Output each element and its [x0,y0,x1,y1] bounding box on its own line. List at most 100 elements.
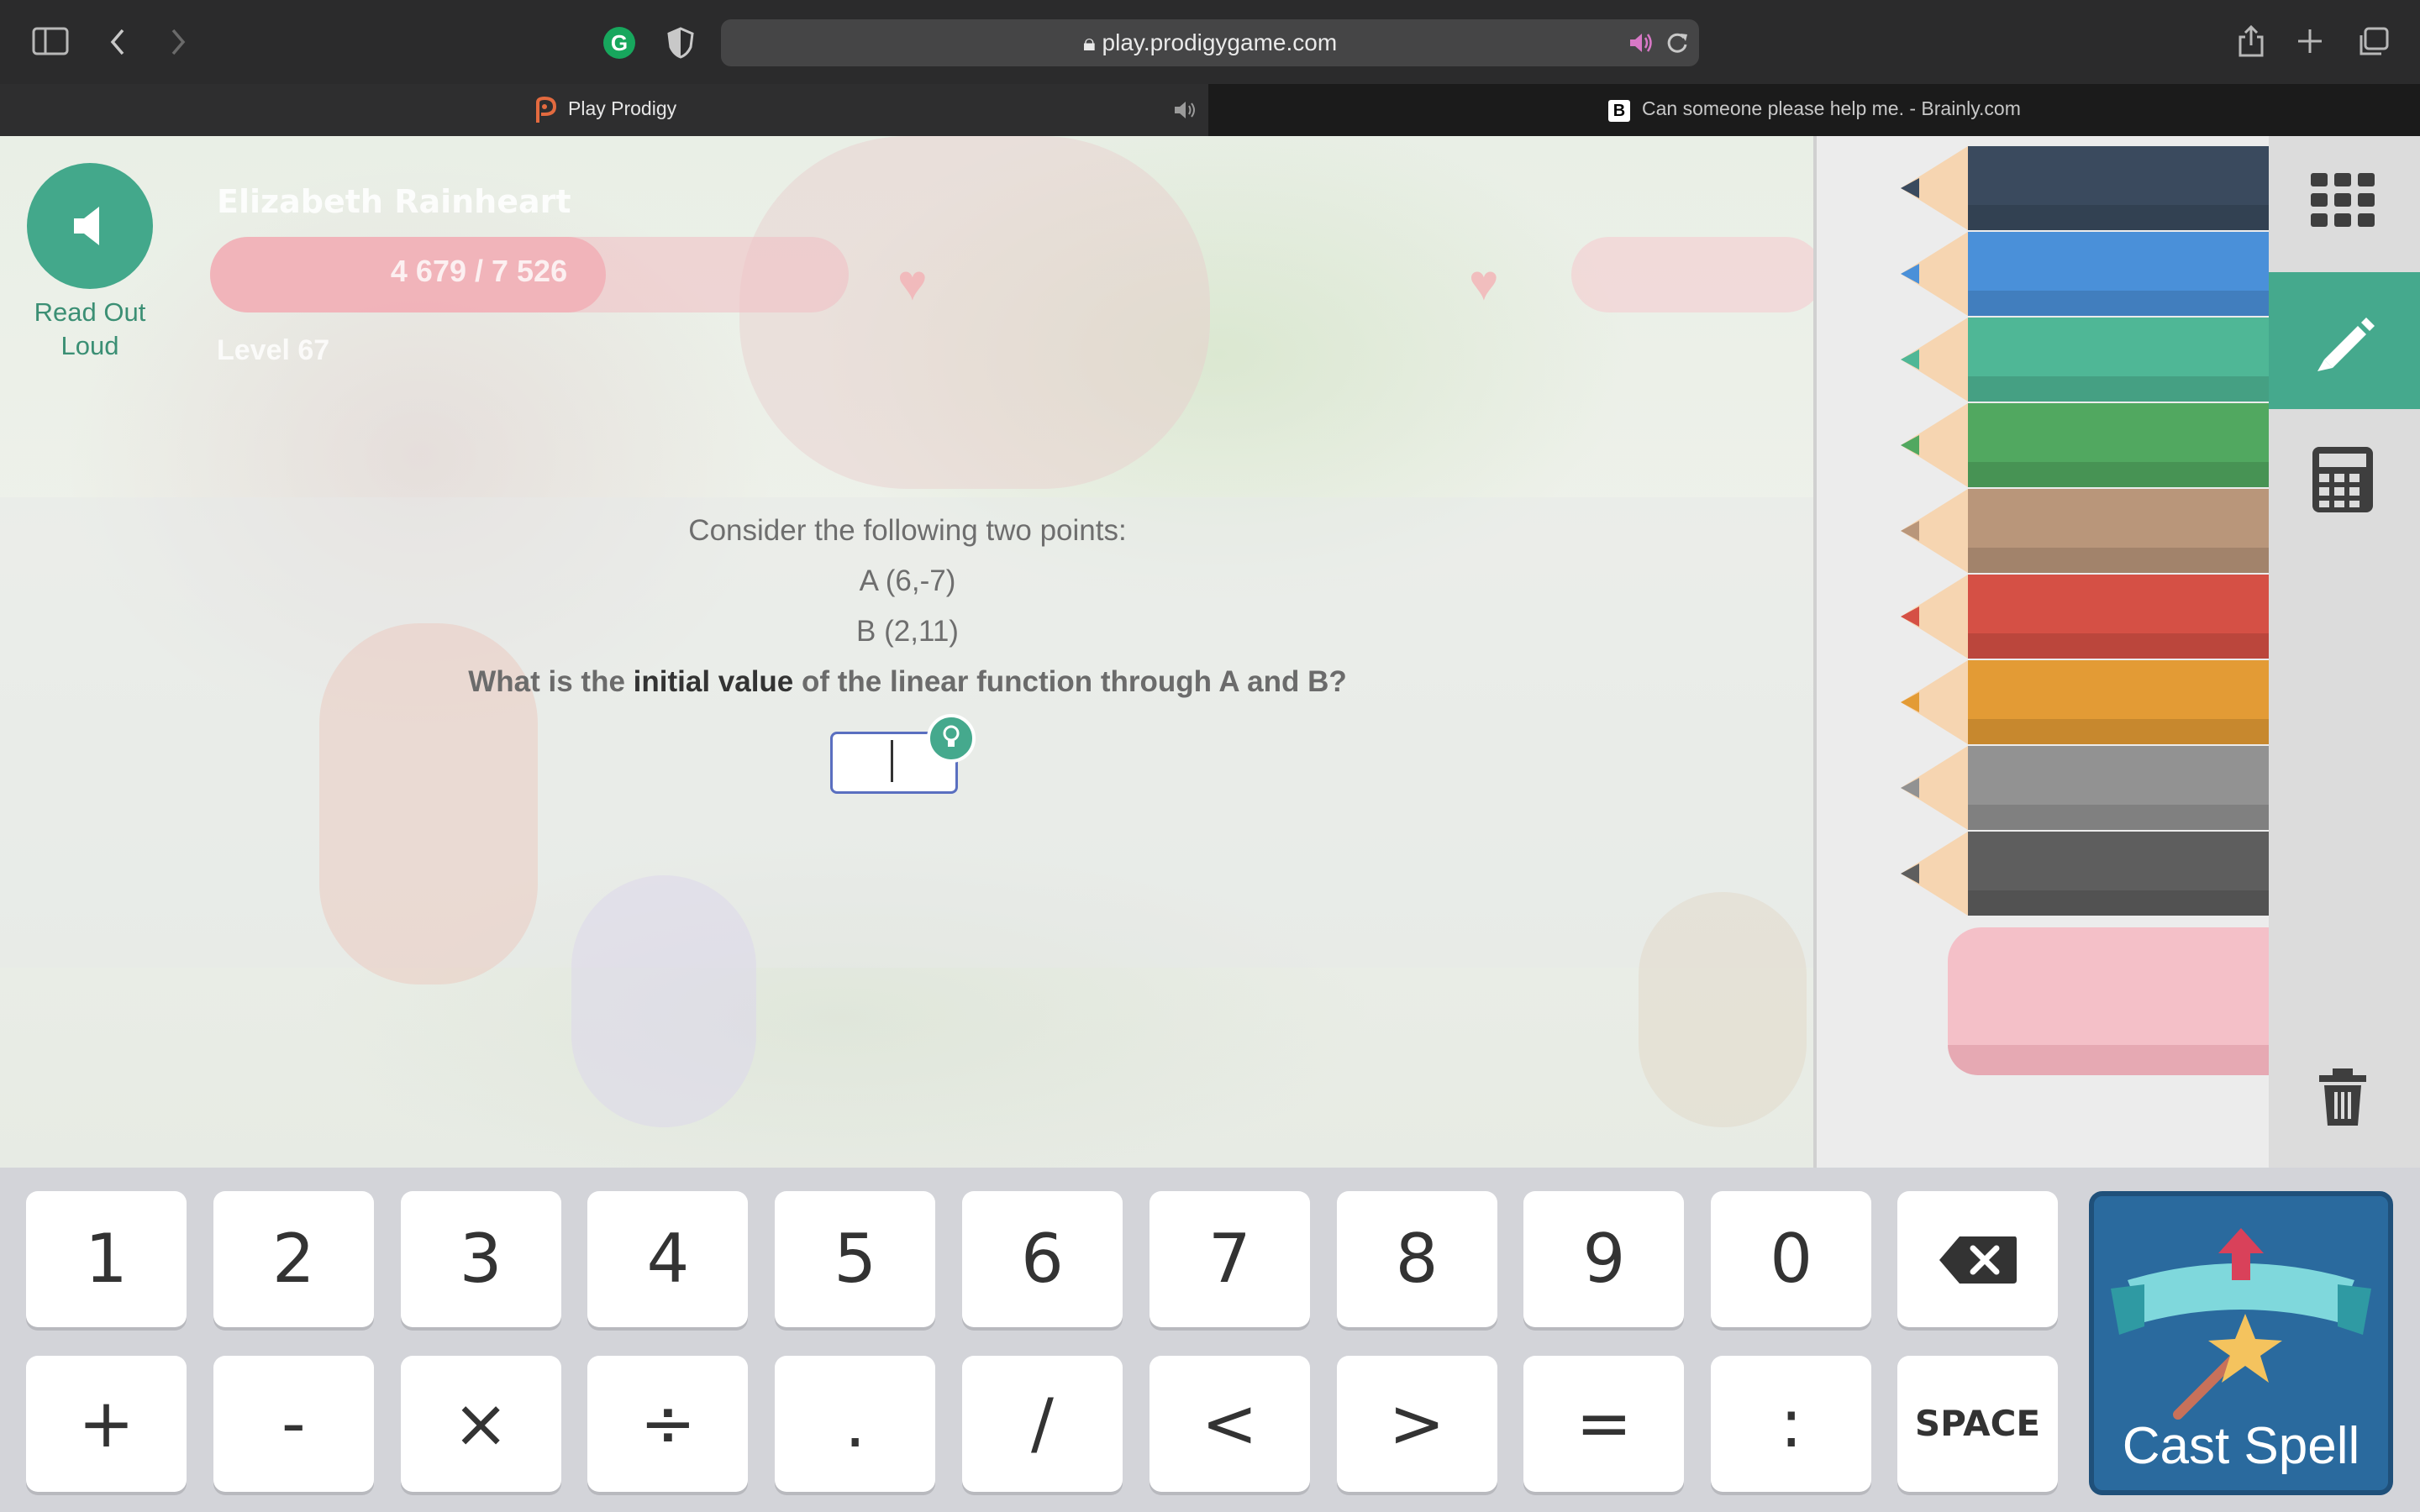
tab-brainly[interactable]: B Can someone please help me. - Brainly.… [1208,84,2420,136]
pencil-shade [1968,205,2269,230]
heart-icon: ♥ [1469,255,1499,311]
pencil-tip [1901,435,1919,455]
key-decimal[interactable]: . [775,1356,936,1492]
pencil-icon[interactable] [2312,312,2376,371]
question-intro: Consider the following two points: [688,514,1127,547]
hint-button[interactable] [927,714,976,763]
point-b: B (2,11) [856,615,959,648]
pencil-shade [1968,633,2269,659]
pencil-color[interactable] [1901,232,2269,316]
trash-icon[interactable] [2317,1067,2368,1127]
key-eight[interactable]: 8 [1336,1191,1497,1327]
pencil-shade [1968,291,2269,316]
forward-icon[interactable] [168,27,188,57]
pencil-color[interactable] [1901,318,2269,402]
player-level: Level 67 [217,334,330,366]
key-five[interactable]: 5 [775,1191,936,1327]
pencil-color[interactable] [1901,403,2269,487]
key-greater-than[interactable]: > [1336,1356,1497,1492]
pencil-shade [1968,719,2269,744]
key-seven[interactable]: 7 [1149,1191,1310,1327]
speaker-playing-icon[interactable] [1628,31,1654,55]
key-one[interactable]: 1 [26,1191,187,1327]
lock-icon: 🔒︎ [1082,29,1096,55]
pencil-tip [1901,264,1919,284]
key-multiply[interactable]: × [400,1356,561,1492]
pencil-color[interactable] [1901,575,2269,659]
pencil-tip [1901,778,1919,798]
key-zero[interactable]: 0 [1711,1191,1872,1327]
key-plus[interactable]: + [26,1356,187,1492]
pencil-color[interactable] [1901,146,2269,230]
heart-icon: ♥ [897,255,928,311]
magic-wand-icon [2111,1228,2371,1420]
point-a: A (6,-7) [859,564,956,597]
pencil-tip [1901,864,1919,884]
pencil-tip [1901,178,1919,198]
pencil-shade [1968,548,2269,573]
tab-overview-icon[interactable] [2358,27,2390,57]
game-canvas: ♥ ♥ Read Out Loud Elizabeth Rainheart 4 … [0,136,1813,1168]
reload-icon[interactable] [1665,31,1689,55]
share-icon[interactable] [2237,24,2265,59]
question-emphasis: initial value [633,665,794,698]
pencil-color[interactable] [1901,746,2269,830]
tab-play-prodigy[interactable]: Play Prodigy [0,84,1208,136]
text-cursor [891,740,893,782]
tab-bar: Play Prodigy B Can someone please help m… [0,84,2420,136]
address-bar[interactable]: 🔒︎ play.prodigygame.com [721,19,1699,66]
opponent-character [1639,892,1807,1127]
pencil-shade [1968,890,2269,916]
player-name: Elizabeth Rainheart [217,183,571,220]
key-four[interactable]: 4 [587,1191,749,1327]
back-icon[interactable] [108,27,128,57]
pencil-color[interactable] [1901,660,2269,744]
key-slash[interactable]: / [962,1356,1123,1492]
key-minus[interactable]: - [213,1356,374,1492]
prodigy-favicon-icon [536,96,557,123]
key-less-than[interactable]: < [1149,1356,1310,1492]
pencil-color[interactable] [1901,489,2269,573]
backspace-key[interactable] [1897,1191,2058,1327]
brainly-favicon-icon: B [1608,100,1630,122]
key-two[interactable]: 2 [213,1191,374,1327]
calculator-icon[interactable] [2311,445,2375,514]
speaker-icon [74,207,99,245]
grammarly-extension-icon[interactable]: G [603,27,635,59]
sidebar-toggle-icon[interactable] [32,27,69,55]
eraser-shadow [1948,1045,2269,1075]
pencil-tip [1901,692,1919,712]
tab-audio-icon[interactable] [1173,99,1198,121]
key-equals[interactable]: = [1523,1356,1685,1492]
player-health-text: 4 679 / 7 526 [390,254,568,288]
grid-icon[interactable] [2311,173,2378,227]
key-colon[interactable]: : [1711,1356,1872,1492]
space-key[interactable]: SPACE [1897,1356,2058,1492]
url-text: play.prodigygame.com [1102,29,1338,55]
wizard-character [571,875,756,1127]
cast-spell-label: Cast Spell [2122,1417,2360,1475]
pencil-tip [1901,349,1919,370]
browser-toolbar: G 🔒︎ play.prodigygame.com [0,0,2420,84]
read-out-loud-button[interactable] [27,163,153,289]
question-prompt: What is the initial value of the linear … [468,665,1347,698]
tree-canopy [739,136,1210,489]
lightbulb-icon [943,725,960,747]
tab-title: Can someone please help me. - Brainly.co… [1642,97,2021,119]
new-tab-icon[interactable] [2296,27,2324,55]
pencil-color[interactable] [1901,832,2269,916]
backspace-icon [1939,1236,2017,1284]
tab-title: Play Prodigy [568,97,677,119]
pencil-tip [1901,521,1919,541]
key-three[interactable]: 3 [400,1191,561,1327]
pencil-tip [1901,606,1919,627]
pencil-shade [1968,462,2269,487]
pencil-shade [1968,805,2269,830]
key-six[interactable]: 6 [962,1191,1123,1327]
pencil-shade [1968,376,2269,402]
key-divide[interactable]: ÷ [587,1356,749,1492]
key-nine[interactable]: 9 [1523,1191,1685,1327]
opponent-health-bar [1571,237,1813,312]
read-out-loud-label: Read Out Loud [34,297,146,360]
privacy-shield-icon[interactable] [667,27,694,59]
